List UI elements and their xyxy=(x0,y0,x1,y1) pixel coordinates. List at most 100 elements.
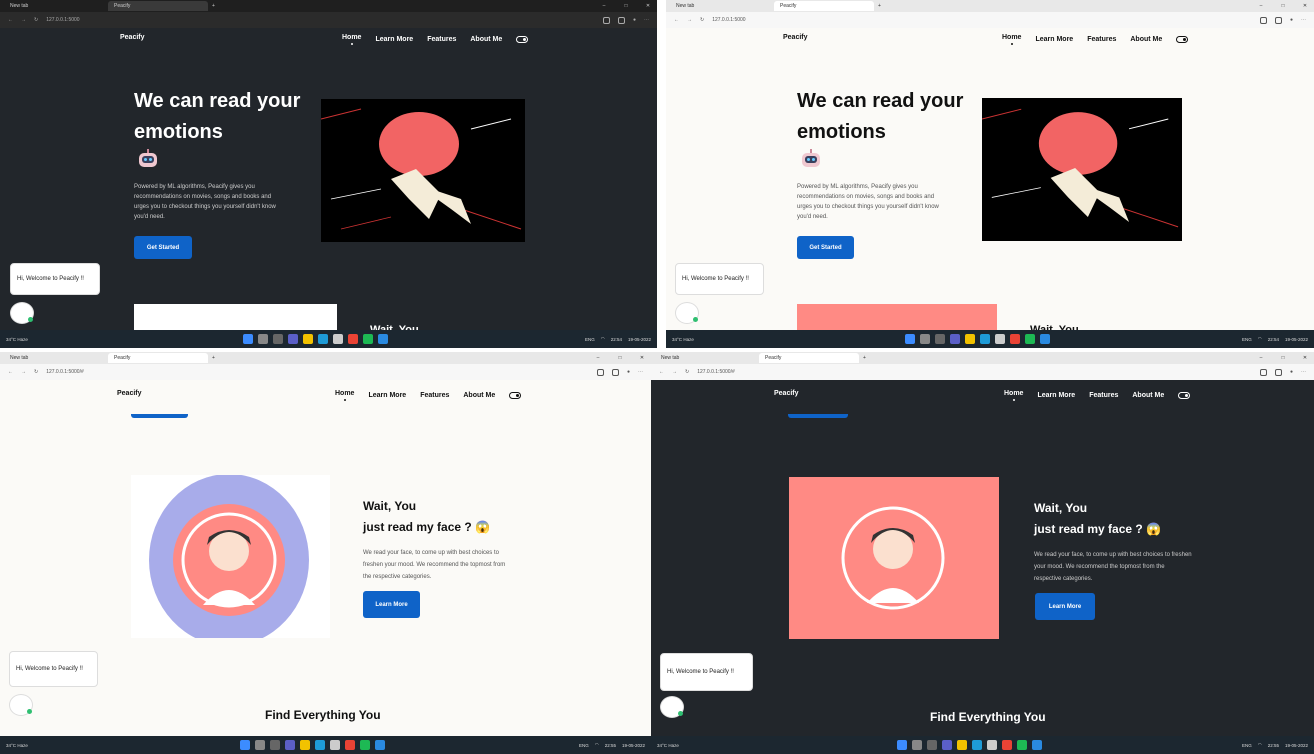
teams-icon[interactable] xyxy=(285,740,295,750)
extension-icon[interactable] xyxy=(1259,368,1267,376)
more-icon[interactable]: ⋯ xyxy=(638,369,643,375)
minimize-icon[interactable]: – xyxy=(1252,355,1270,361)
back-icon[interactable]: ← xyxy=(674,17,679,23)
new-tab-icon[interactable]: + xyxy=(212,355,215,361)
extension-icon[interactable] xyxy=(596,368,604,376)
weather-widget[interactable]: 34°C Haze xyxy=(672,337,712,342)
more-icon[interactable]: ⋯ xyxy=(1301,369,1306,375)
folder-icon[interactable] xyxy=(303,334,313,344)
store-icon[interactable] xyxy=(987,740,997,750)
teams-icon[interactable] xyxy=(949,334,960,344)
profile-icon[interactable]: ● xyxy=(633,17,636,23)
chat-bubble[interactable]: Hi, Welcome to Peacify !! xyxy=(675,263,764,295)
forward-icon[interactable]: → xyxy=(672,369,677,375)
brand-logo[interactable]: Peacify xyxy=(120,34,145,41)
theme-toggle[interactable] xyxy=(516,36,529,43)
close-icon[interactable]: ✕ xyxy=(633,355,651,361)
clock-time[interactable]: 22:55 xyxy=(605,743,616,748)
new-tab-icon[interactable]: + xyxy=(863,355,866,361)
clock-time[interactable]: 22:54 xyxy=(611,337,622,342)
favorites-icon[interactable] xyxy=(1274,368,1282,376)
chrome-icon[interactable] xyxy=(345,740,355,750)
favorites-icon[interactable] xyxy=(617,16,625,24)
nav-learn-more[interactable]: Learn More xyxy=(368,392,406,399)
chatbot-avatar-icon[interactable] xyxy=(9,694,33,716)
chatbot-avatar-icon[interactable] xyxy=(675,302,699,324)
new-tab-icon[interactable]: + xyxy=(878,3,881,9)
more-icon[interactable]: ⋯ xyxy=(1301,17,1306,23)
theme-toggle[interactable] xyxy=(509,392,522,399)
clock-time[interactable]: 22:55 xyxy=(1268,743,1279,748)
lang-indicator[interactable]: ENG xyxy=(1242,743,1252,748)
tab-peacify[interactable]: Peacify xyxy=(759,353,859,363)
vscode-icon[interactable] xyxy=(378,334,388,344)
teams-icon[interactable] xyxy=(288,334,298,344)
nav-learn-more[interactable]: Learn More xyxy=(375,36,413,43)
tab-newtab[interactable]: New tab xyxy=(670,1,770,11)
refresh-icon[interactable]: ↻ xyxy=(700,17,704,23)
nav-learn-more[interactable]: Learn More xyxy=(1037,392,1075,399)
refresh-icon[interactable]: ↻ xyxy=(685,369,689,375)
close-icon[interactable]: ✕ xyxy=(1296,3,1314,9)
start-icon[interactable] xyxy=(904,334,915,344)
url-field[interactable]: 127.0.0.1:5000/# xyxy=(46,369,589,375)
profile-icon[interactable]: ● xyxy=(1290,17,1293,23)
spotify-icon[interactable] xyxy=(1017,740,1027,750)
vscode-icon[interactable] xyxy=(375,740,385,750)
favorites-icon[interactable] xyxy=(611,368,619,376)
wifi-icon[interactable]: ◠ xyxy=(1258,742,1262,748)
taskview-icon[interactable] xyxy=(927,740,937,750)
forward-icon[interactable]: → xyxy=(21,17,26,23)
spotify-icon[interactable] xyxy=(363,334,373,344)
close-icon[interactable]: ✕ xyxy=(1296,355,1314,361)
taskview-icon[interactable] xyxy=(934,334,945,344)
learn-more-button[interactable]: Learn More xyxy=(363,591,420,618)
nav-home[interactable]: Home xyxy=(335,390,354,401)
favorites-icon[interactable] xyxy=(1274,16,1282,24)
profile-icon[interactable]: ● xyxy=(1290,369,1293,375)
more-icon[interactable]: ⋯ xyxy=(644,17,649,23)
store-icon[interactable] xyxy=(333,334,343,344)
maximize-icon[interactable]: □ xyxy=(611,355,629,361)
lang-indicator[interactable]: ENG xyxy=(585,337,595,342)
start-icon[interactable] xyxy=(240,740,250,750)
nav-about-me[interactable]: About Me xyxy=(463,392,495,399)
lang-indicator[interactable]: ENG xyxy=(579,743,589,748)
chrome-icon[interactable] xyxy=(348,334,358,344)
chrome-icon[interactable] xyxy=(1009,334,1020,344)
minimize-icon[interactable]: – xyxy=(1252,3,1270,9)
chat-bubble[interactable]: Hi, Welcome to Peacify !! xyxy=(10,263,100,295)
clock-date[interactable]: 19-05-2022 xyxy=(622,743,645,748)
vscode-icon[interactable] xyxy=(1032,740,1042,750)
search-icon[interactable] xyxy=(919,334,930,344)
folder-icon[interactable] xyxy=(300,740,310,750)
lang-indicator[interactable]: ENG xyxy=(1242,337,1252,342)
brand-logo[interactable]: Peacify xyxy=(783,34,808,41)
taskview-icon[interactable] xyxy=(270,740,280,750)
nav-about-me[interactable]: About Me xyxy=(1130,36,1162,43)
nav-about-me[interactable]: About Me xyxy=(470,36,502,43)
edge-icon[interactable] xyxy=(318,334,328,344)
nav-features[interactable]: Features xyxy=(1089,392,1118,399)
nav-home[interactable]: Home xyxy=(1002,34,1021,45)
search-icon[interactable] xyxy=(258,334,268,344)
minimize-icon[interactable]: – xyxy=(595,3,613,9)
chat-bubble[interactable]: Hi, Welcome to Peacify !! xyxy=(660,653,753,691)
clock-date[interactable]: 19-05-2022 xyxy=(1285,743,1308,748)
back-icon[interactable]: ← xyxy=(8,369,13,375)
search-icon[interactable] xyxy=(912,740,922,750)
clock-date[interactable]: 19-05-2022 xyxy=(628,337,651,342)
weather-widget[interactable]: 34°C Haze xyxy=(657,743,697,748)
store-icon[interactable] xyxy=(994,334,1005,344)
back-icon[interactable]: ← xyxy=(659,369,664,375)
chatbot-avatar-icon[interactable] xyxy=(10,302,34,324)
wifi-icon[interactable]: ◠ xyxy=(595,742,599,748)
maximize-icon[interactable]: □ xyxy=(1274,3,1292,9)
wifi-icon[interactable]: ◠ xyxy=(1258,336,1262,342)
teams-icon[interactable] xyxy=(942,740,952,750)
nav-features[interactable]: Features xyxy=(427,36,456,43)
chat-bubble[interactable]: Hi, Welcome to Peacify !! xyxy=(9,651,98,687)
nav-features[interactable]: Features xyxy=(1087,36,1116,43)
tab-newtab[interactable]: New tab xyxy=(655,353,755,363)
nav-features[interactable]: Features xyxy=(420,392,449,399)
